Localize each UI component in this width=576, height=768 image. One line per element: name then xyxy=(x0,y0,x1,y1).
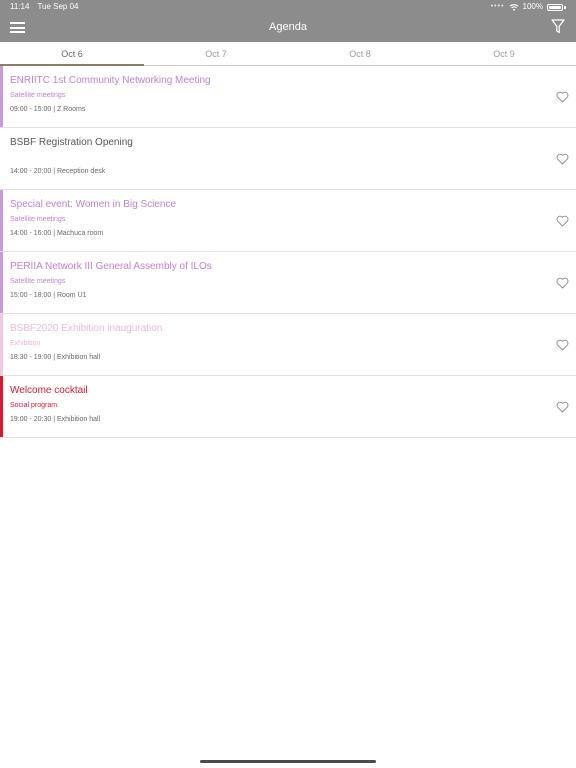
event-category: Satellite meetings xyxy=(10,278,66,285)
status-time-date: 11:14 Tue Sep 04 xyxy=(10,0,87,14)
home-indicator[interactable] xyxy=(200,760,376,763)
event-time-location: 09:00 - 15:00 | Z Rooms xyxy=(10,106,86,113)
agenda-item[interactable]: Special event: Women in Big Science Sate… xyxy=(0,190,576,252)
battery-tip-icon xyxy=(564,5,566,9)
heart-outline-icon[interactable] xyxy=(556,215,569,227)
event-category: Exhibition xyxy=(10,340,41,347)
event-title: Welcome cocktail xyxy=(10,385,88,396)
signal-dots-icon: •••• xyxy=(490,3,505,10)
agenda-item[interactable]: PERIIA Network III General Assembly of I… xyxy=(0,252,576,314)
agenda-item[interactable]: BSBF2020 Exhibition inauguration Exhibit… xyxy=(0,314,576,376)
heart-outline-icon[interactable] xyxy=(556,91,569,103)
navigation-header: 11:14 Tue Sep 04 •••• 100% Agenda xyxy=(0,0,576,42)
event-title: PERIIA Network III General Assembly of I… xyxy=(10,261,212,272)
date-tabs: Oct 6 Oct 7 Oct 8 Oct 9 xyxy=(0,42,576,66)
event-title: BSBF Registration Opening xyxy=(10,137,133,148)
heart-outline-icon[interactable] xyxy=(556,401,569,413)
filter-icon[interactable] xyxy=(551,19,565,34)
event-category: Satellite meetings xyxy=(10,216,66,223)
event-time-location: 14:00 - 20:00 | Reception desk xyxy=(10,168,106,175)
status-date: Tue Sep 04 xyxy=(37,2,79,11)
category-color-bar xyxy=(0,314,3,375)
heart-outline-icon[interactable] xyxy=(556,153,569,165)
tab-oct-9[interactable]: Oct 9 xyxy=(432,42,576,65)
agenda-item[interactable]: Welcome cocktail Social program 19:00 - … xyxy=(0,376,576,438)
tab-oct-6[interactable]: Oct 6 xyxy=(0,42,144,66)
status-bar: 11:14 Tue Sep 04 •••• 100% xyxy=(0,0,576,14)
category-color-bar xyxy=(0,128,3,189)
event-title: ENRIITC 1st Community Networking Meeting xyxy=(10,75,211,86)
event-title: Special event: Women in Big Science xyxy=(10,199,177,210)
tab-oct-8[interactable]: Oct 8 xyxy=(288,42,432,65)
event-category: Satellite meetings xyxy=(10,92,66,99)
event-title: BSBF2020 Exhibition inauguration xyxy=(10,323,163,334)
tab-oct-7[interactable]: Oct 7 xyxy=(144,42,288,65)
heart-outline-icon[interactable] xyxy=(556,277,569,289)
category-color-bar xyxy=(0,66,3,127)
category-color-bar xyxy=(0,376,3,437)
event-time-location: 19:00 - 20:30 | Exhibition hall xyxy=(10,416,101,423)
page-title: Agenda xyxy=(269,21,307,33)
battery-icon xyxy=(547,3,563,11)
event-time-location: 14:00 - 16:00 | Machuca room xyxy=(10,230,104,237)
agenda-list: ENRIITC 1st Community Networking Meeting… xyxy=(0,66,576,438)
event-time-location: 18:30 - 19:00 | Exhibition hall xyxy=(10,354,101,361)
event-category: Social program xyxy=(10,402,58,409)
heart-outline-icon[interactable] xyxy=(556,339,569,351)
agenda-item[interactable]: BSBF Registration Opening 14:00 - 20:00 … xyxy=(0,128,576,190)
category-color-bar xyxy=(0,190,3,251)
agenda-item[interactable]: ENRIITC 1st Community Networking Meeting… xyxy=(0,66,576,128)
battery-percent: 100% xyxy=(522,2,543,11)
event-time-location: 15:00 - 18:00 | Room U1 xyxy=(10,292,87,299)
category-color-bar xyxy=(0,252,3,313)
wifi-icon xyxy=(509,4,518,11)
status-right: •••• 100% xyxy=(491,0,566,14)
status-time: 11:14 xyxy=(10,2,30,11)
